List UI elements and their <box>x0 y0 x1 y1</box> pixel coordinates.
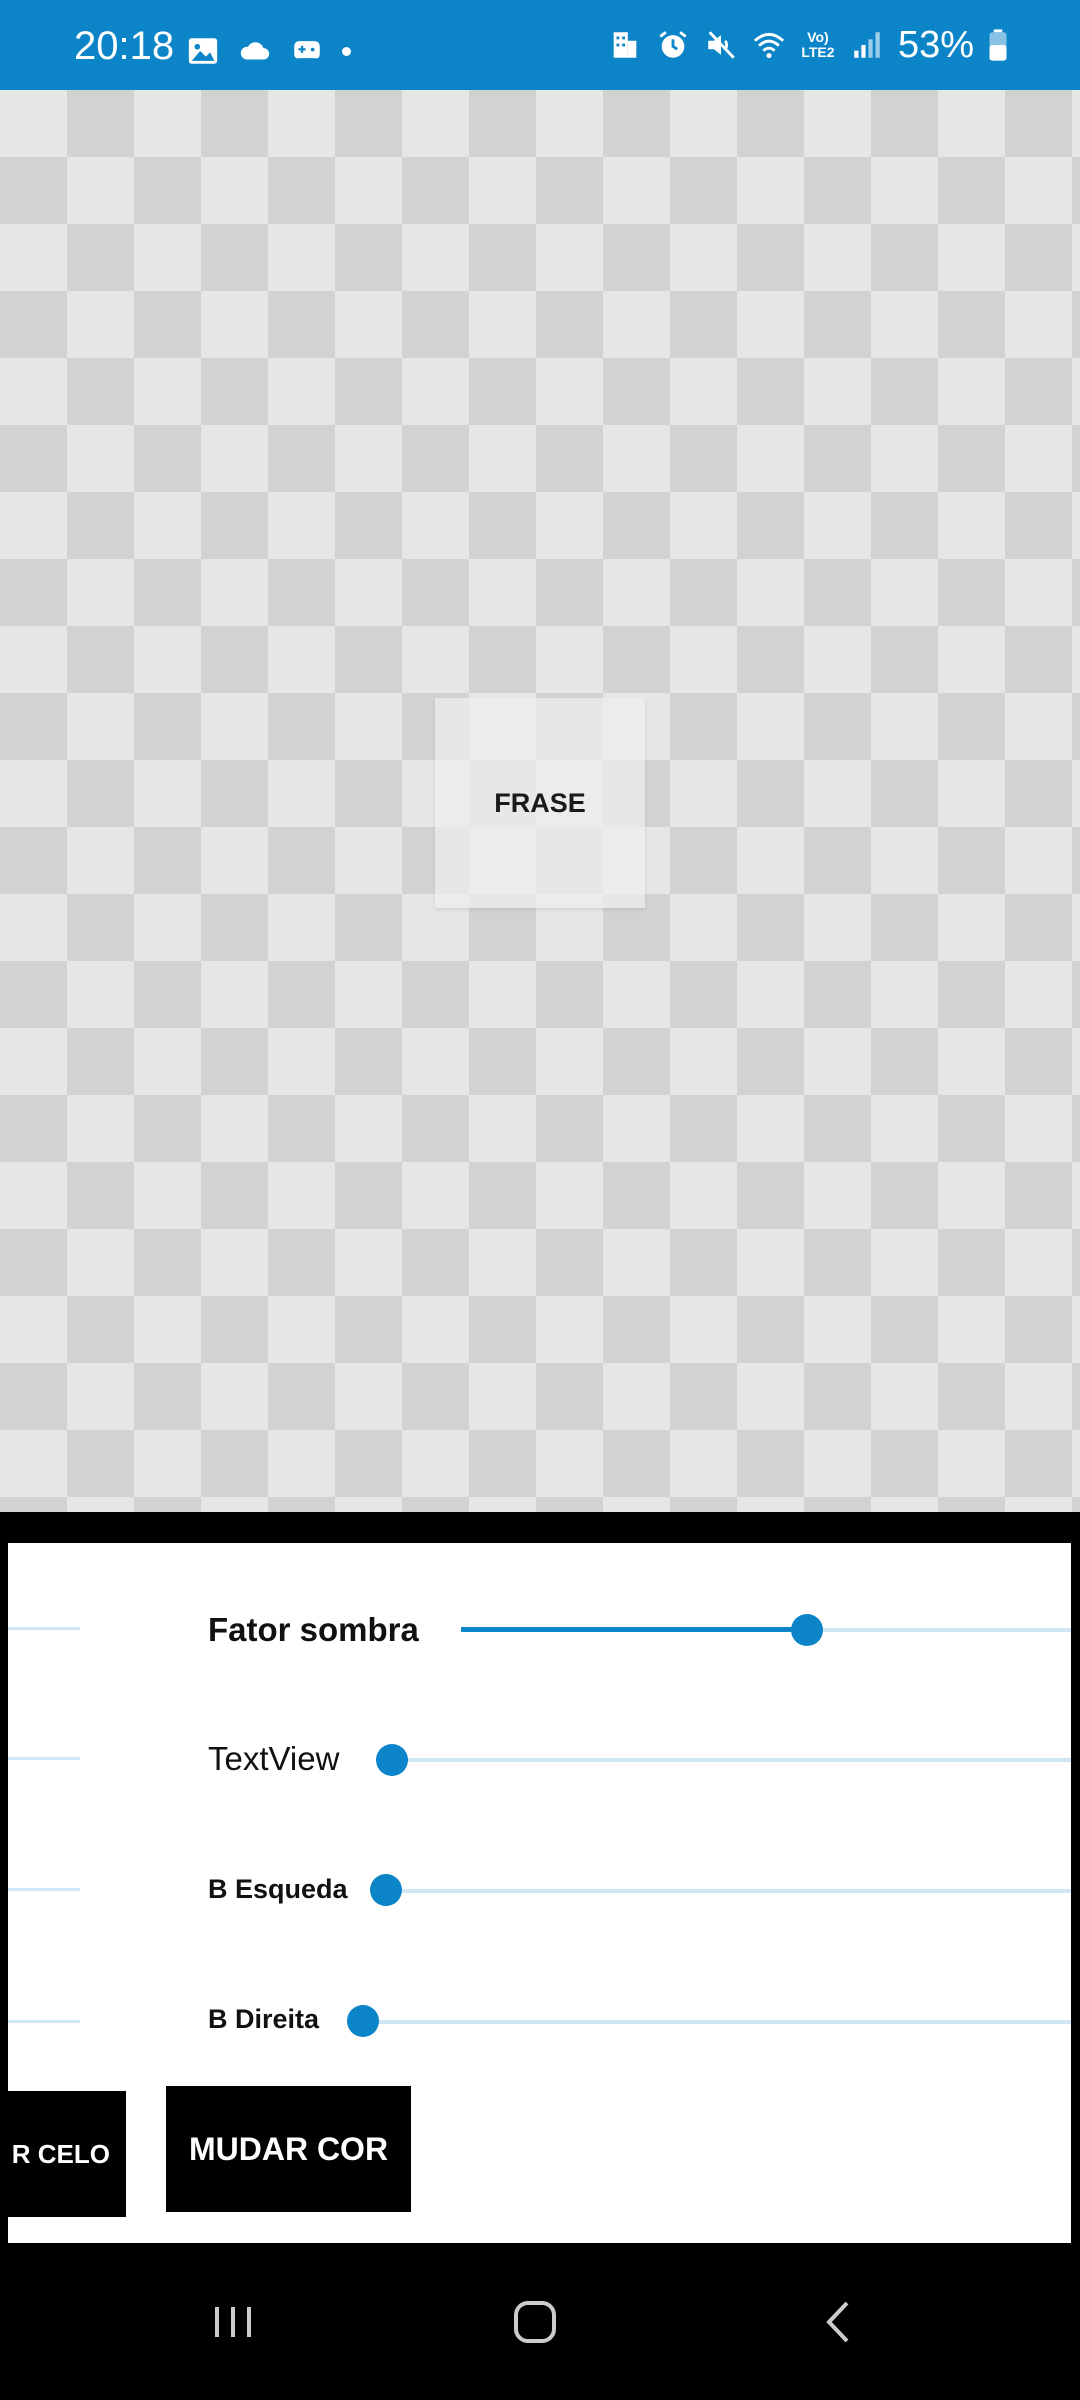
mudar-cor-button-label: MUDAR COR <box>188 2130 389 2167</box>
textview-track[interactable] <box>392 1758 1071 1762</box>
row-left-track <box>8 1888 80 1891</box>
b-esqueda-thumb[interactable] <box>370 1874 402 1906</box>
slider-label-b-direita: B Direita <box>208 2004 320 2034</box>
partial-action-button[interactable]: R CELO <box>8 2091 126 2217</box>
battery-icon <box>989 29 1007 61</box>
dot-icon <box>342 46 351 56</box>
frase-label: FRASE <box>494 787 586 818</box>
slider-label-textview: TextView <box>208 1740 340 1777</box>
back-icon[interactable] <box>803 2287 873 2357</box>
fator-sombra-track-fill <box>461 1627 807 1632</box>
slider-label-fator-sombra: Fator sombra <box>208 1611 419 1648</box>
wifi-icon <box>753 32 785 59</box>
lte-icon: Vo) LTE2 <box>801 29 835 60</box>
status-system-icons: Vo) LTE2 53% <box>608 26 1008 64</box>
battery-percent: 53% <box>897 24 974 66</box>
mudar-cor-button[interactable]: MUDAR COR <box>166 2086 411 2212</box>
game-icon <box>294 41 320 59</box>
row-left-track <box>8 1627 80 1630</box>
slider-label-b-esqueda: B Esqueda <box>208 1874 348 1904</box>
recent-apps-icon[interactable] <box>198 2287 268 2357</box>
status-time: 20:18 <box>74 24 175 68</box>
signal-icon <box>854 32 880 58</box>
building-icon <box>613 32 637 58</box>
home-icon[interactable] <box>500 2287 570 2357</box>
controls-panel: Fator sombra TextView B Esqueda B Direit… <box>8 1543 1071 2243</box>
b-esqueda-track[interactable] <box>386 1889 1071 1893</box>
frase-card[interactable]: FRASE <box>435 698 645 908</box>
cloud-icon <box>240 42 270 60</box>
mute-icon <box>708 31 735 59</box>
fator-sombra-thumb[interactable] <box>791 1614 823 1646</box>
textview-thumb[interactable] <box>376 1744 408 1776</box>
status-bar: 20:18 Vo) LTE2 53% <box>0 0 1080 90</box>
b-direita-thumb[interactable] <box>347 2005 379 2037</box>
row-left-track <box>8 1757 80 1760</box>
partial-action-button-label: R CELO <box>11 2138 110 2169</box>
status-notification-icons <box>186 34 351 68</box>
image-icon <box>188 38 218 64</box>
alarm-icon <box>659 31 687 58</box>
preview-canvas: FRASE <box>0 90 1080 1512</box>
b-direita-track[interactable] <box>363 2020 1071 2024</box>
row-left-track <box>8 2020 80 2023</box>
navigation-bar <box>0 2243 1080 2400</box>
